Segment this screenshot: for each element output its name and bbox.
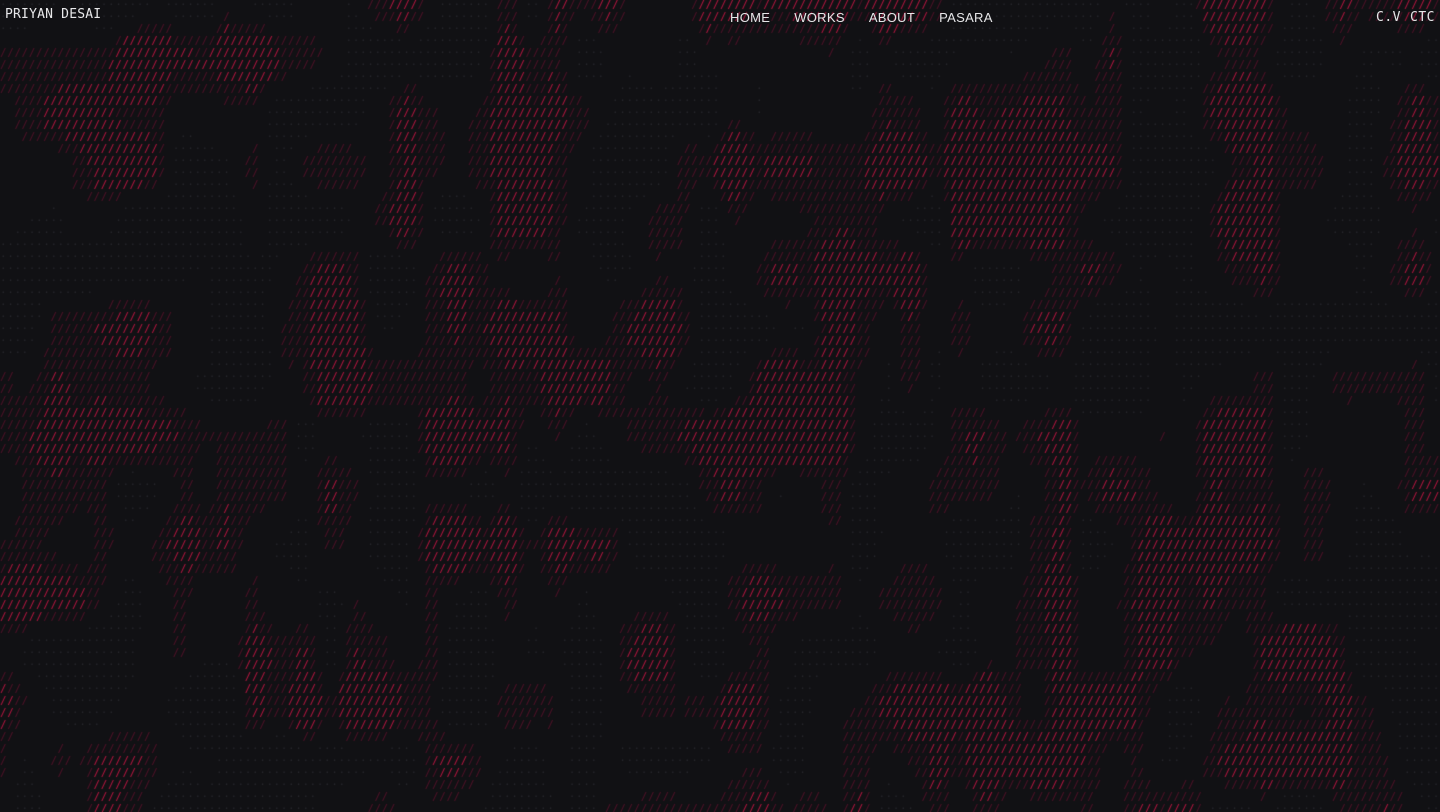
- nav-pasara-link[interactable]: PASARA: [939, 10, 993, 25]
- brand-name-link[interactable]: PRIYAN DESAI: [5, 7, 101, 22]
- contact-link[interactable]: CTC: [1410, 10, 1435, 25]
- page: PRIYAN DESAI HOME WORKS ABOUT PASARA C.V…: [0, 0, 1440, 812]
- main-nav: HOME WORKS ABOUT PASARA: [730, 10, 993, 25]
- top-nav-bar: PRIYAN DESAI HOME WORKS ABOUT PASARA C.V…: [0, 0, 1440, 36]
- nav-about-link[interactable]: ABOUT: [869, 10, 915, 25]
- nav-works-link[interactable]: WORKS: [794, 10, 845, 25]
- ascii-slash-background: [0, 0, 1440, 812]
- cv-link[interactable]: C.V: [1376, 10, 1401, 25]
- utility-nav: C.V CTC: [1376, 10, 1435, 25]
- nav-home-link[interactable]: HOME: [730, 10, 770, 25]
